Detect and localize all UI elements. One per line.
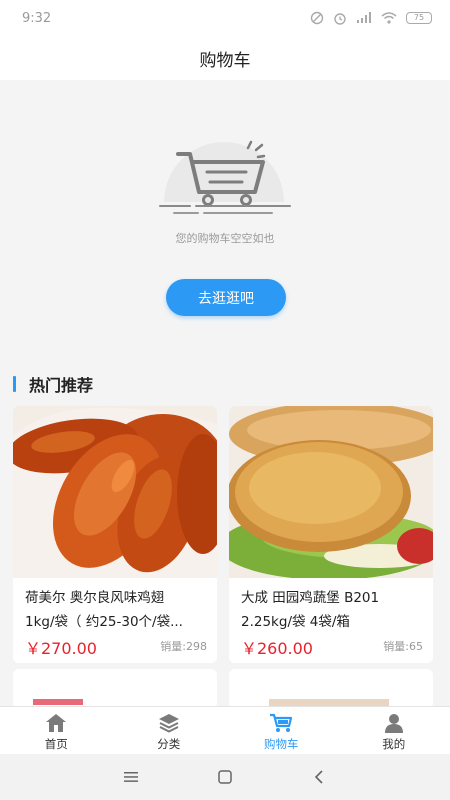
home-nav-button[interactable] xyxy=(178,770,272,784)
hot-recommend-header: 热门推荐 xyxy=(13,374,94,395)
product-card[interactable] xyxy=(229,669,433,709)
page-title: 购物车 xyxy=(199,50,251,71)
back-nav-button[interactable] xyxy=(272,770,366,784)
product-name: 大成 田园鸡蔬堡 B201 2.25kg/袋 4袋/箱 xyxy=(241,590,380,630)
product-card[interactable] xyxy=(13,669,217,709)
battery-icon: 75 xyxy=(406,12,432,24)
status-time: 9:32 xyxy=(22,10,52,26)
alarm-icon xyxy=(334,13,346,25)
home-icon xyxy=(46,714,67,732)
bottom-tab-bar: 首页 分类 购物车 我的 xyxy=(0,706,450,754)
tab-label: 首页 xyxy=(44,737,68,751)
section-title: 热门推荐 xyxy=(29,376,94,395)
empty-cart-message: 您的购物车空空如也 xyxy=(175,232,275,245)
product-card[interactable]: 荷美尔 奥尔良风味鸡翅 1kg/袋（ 约25-30个/袋... ￥270.00 … xyxy=(13,406,217,663)
product-sales: 销量:298 xyxy=(160,640,207,653)
section-accent-bar xyxy=(13,376,16,392)
go-shopping-button[interactable]: 去逛逛吧 xyxy=(166,279,286,316)
cart-icon xyxy=(270,713,293,732)
status-bar: 9:32 75 xyxy=(0,0,450,36)
system-nav-bar xyxy=(0,754,450,800)
product-price: ￥270.00 xyxy=(25,639,97,658)
empty-cart-icon xyxy=(159,140,291,214)
product-image-partial xyxy=(33,699,83,705)
do-not-disturb-icon xyxy=(310,11,324,25)
tab-home[interactable]: 首页 xyxy=(0,707,113,754)
signal-icon xyxy=(357,12,371,23)
product-price: ￥260.00 xyxy=(241,639,313,658)
product-card[interactable]: 大成 田园鸡蔬堡 B201 2.25kg/袋 4袋/箱 ￥260.00 销量:6… xyxy=(229,406,433,663)
battery-level: 75 xyxy=(413,13,425,22)
tab-label: 我的 xyxy=(382,737,406,751)
product-image-partial xyxy=(269,699,389,709)
square-icon xyxy=(218,770,232,784)
chicken-wings-image xyxy=(13,406,217,578)
product-name: 荷美尔 奥尔良风味鸡翅 1kg/袋（ 约25-30个/袋... xyxy=(25,590,183,630)
menu-nav-button[interactable] xyxy=(84,772,178,782)
chicken-burger-image xyxy=(229,406,433,578)
tab-mine[interactable]: 我的 xyxy=(338,707,450,754)
menu-icon xyxy=(124,772,138,782)
layers-icon xyxy=(158,714,179,733)
product-sales: 销量:65 xyxy=(383,640,423,653)
wifi-icon xyxy=(381,12,397,24)
tab-category[interactable]: 分类 xyxy=(113,707,226,754)
tab-cart[interactable]: 购物车 xyxy=(225,707,338,754)
back-icon xyxy=(314,770,323,784)
tab-label: 购物车 xyxy=(264,737,299,751)
user-icon xyxy=(384,714,403,733)
tab-label: 分类 xyxy=(157,737,181,751)
page-header: 购物车 xyxy=(0,36,450,80)
status-icons: 75 xyxy=(310,11,432,25)
empty-cart-area: 您的购物车空空如也 去逛逛吧 xyxy=(0,80,450,360)
